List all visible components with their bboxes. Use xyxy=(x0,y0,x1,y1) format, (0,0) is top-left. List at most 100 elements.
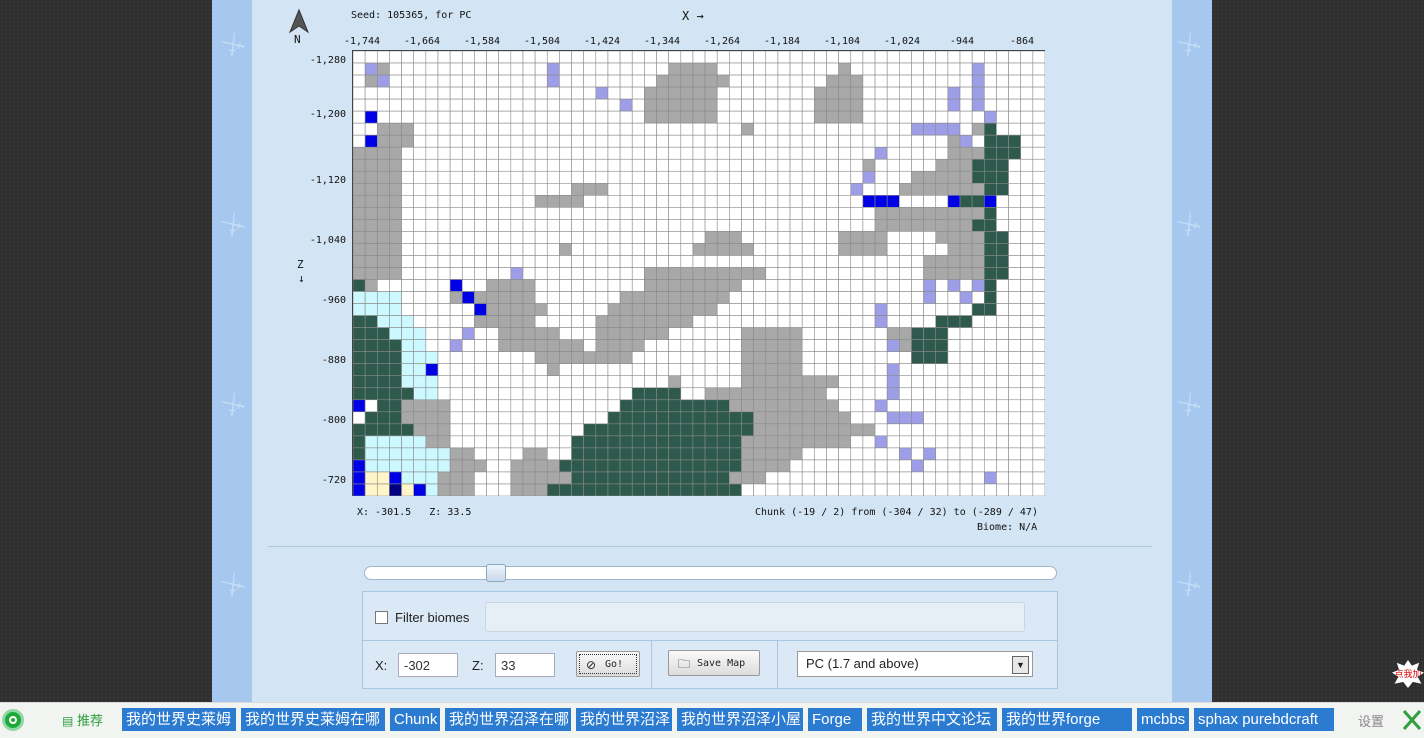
chunk-cell-slime[interactable] xyxy=(534,447,548,461)
chunk-cell-swamp[interactable] xyxy=(704,411,718,425)
chunk-cell[interactable] xyxy=(814,327,827,340)
chunk-cell-slime[interactable] xyxy=(935,267,949,280)
chunk-cell-slime[interactable] xyxy=(826,411,839,425)
chunk-cell-swamp[interactable] xyxy=(364,375,378,389)
chunk-cell[interactable] xyxy=(401,62,415,76)
chunk-cell[interactable] xyxy=(510,351,524,365)
chunk-cell[interactable] xyxy=(826,255,839,268)
chunk-cell[interactable] xyxy=(838,170,852,184)
chunk-cell-slime[interactable] xyxy=(947,219,961,232)
chunk-cell-swamp[interactable] xyxy=(619,411,633,425)
chunk-cell[interactable] xyxy=(437,303,451,316)
chunk-cell-slime[interactable] xyxy=(364,231,378,244)
chunk-cell[interactable] xyxy=(1020,255,1034,268)
chunk-cell[interactable] xyxy=(850,411,864,425)
chunk-cell-slime[interactable] xyxy=(656,98,669,112)
chunk-cell[interactable] xyxy=(1008,411,1022,425)
chunk-cell-slime[interactable] xyxy=(510,327,524,340)
chunk-cell[interactable] xyxy=(1008,195,1022,208)
chunk-cell[interactable] xyxy=(996,339,1009,352)
chunk-cell-slime[interactable] xyxy=(959,207,973,220)
chunk-cell-blue[interactable] xyxy=(425,363,439,377)
chunk-cell[interactable] xyxy=(425,231,439,244)
chunk-cell[interactable] xyxy=(534,243,548,256)
chunk-cell-light[interactable] xyxy=(364,62,378,76)
chunk-cell[interactable] xyxy=(1008,447,1022,461)
chunk-cell-cyan[interactable] xyxy=(401,447,415,461)
chunk-cell-swamp[interactable] xyxy=(644,411,657,425)
chunk-cell[interactable] xyxy=(1020,146,1034,160)
chunk-cell[interactable] xyxy=(449,122,463,136)
chunk-cell[interactable] xyxy=(971,315,985,328)
chunk-cell[interactable] xyxy=(352,122,366,136)
chunk-cell[interactable] xyxy=(814,74,827,88)
chunk-cell[interactable] xyxy=(449,146,463,160)
chunk-cell-slime[interactable] xyxy=(461,483,475,497)
chunk-cell[interactable] xyxy=(498,158,512,172)
chunk-cell-swamp[interactable] xyxy=(656,411,669,425)
chunk-cell[interactable] xyxy=(631,219,645,232)
chunk-cell[interactable] xyxy=(801,447,815,461)
chunk-cell[interactable] xyxy=(959,423,973,437)
chunk-cell[interactable] xyxy=(1020,351,1034,365)
chunk-cell-cyan[interactable] xyxy=(401,363,415,377)
chunk-cell[interactable] xyxy=(886,146,900,160)
chunk-cell[interactable] xyxy=(874,50,888,64)
chunk-cell-cyan[interactable] xyxy=(401,471,415,485)
chunk-cell[interactable] xyxy=(498,195,512,208)
chunk-cell[interactable] xyxy=(571,399,584,413)
chunk-cell[interactable] xyxy=(644,183,657,196)
chunk-cell[interactable] xyxy=(729,183,742,196)
chunk-cell[interactable] xyxy=(461,303,475,316)
chunk-cell[interactable] xyxy=(486,122,499,136)
chunk-cell-slime[interactable] xyxy=(911,207,924,220)
chunk-cell[interactable] xyxy=(656,122,669,136)
chunk-cell[interactable] xyxy=(559,423,572,437)
chunk-cell[interactable] xyxy=(911,303,924,316)
chunk-cell-slime[interactable] xyxy=(644,267,657,280)
chunk-cell-light[interactable] xyxy=(911,122,924,136)
chunk-cell[interactable] xyxy=(656,134,669,148)
chunk-cell[interactable] xyxy=(899,483,912,497)
chunk-cell[interactable] xyxy=(753,279,767,292)
chunk-cell[interactable] xyxy=(935,62,949,76)
chunk-cell[interactable] xyxy=(522,86,536,100)
chunk-cell-slime[interactable] xyxy=(789,363,803,377)
chunk-cell[interactable] xyxy=(716,339,730,352)
chunk-cell[interactable] xyxy=(534,62,548,76)
chunk-cell[interactable] xyxy=(546,375,560,389)
chunk-cell[interactable] xyxy=(498,219,512,232)
chunk-cell-swamp[interactable] xyxy=(656,483,669,497)
chunk-cell[interactable] xyxy=(607,62,621,76)
chunk-cell[interactable] xyxy=(801,267,815,280)
chunk-cell[interactable] xyxy=(692,207,706,220)
chunk-cell[interactable] xyxy=(425,255,439,268)
chunk-cell[interactable] xyxy=(996,447,1009,461)
chunk-cell[interactable] xyxy=(899,134,912,148)
chunk-cell[interactable] xyxy=(680,146,694,160)
chunk-cell[interactable] xyxy=(680,387,694,401)
chunk-cell-slime[interactable] xyxy=(801,411,815,425)
chunk-cell[interactable] xyxy=(474,170,487,184)
chunk-cell-slime[interactable] xyxy=(486,315,499,328)
chunk-cell-swamp[interactable] xyxy=(692,447,706,461)
chunk-cell[interactable] xyxy=(765,303,779,316)
chunk-cell-slime[interactable] xyxy=(364,207,378,220)
chunk-cell-slime[interactable] xyxy=(923,170,937,184)
chunk-cell[interactable] xyxy=(498,170,512,184)
chunk-cell[interactable] xyxy=(850,327,864,340)
chunk-cell[interactable] xyxy=(886,170,900,184)
chunk-cell[interactable] xyxy=(619,243,633,256)
chunk-cell[interactable] xyxy=(826,279,839,292)
chunk-cell[interactable] xyxy=(1032,327,1046,340)
chunk-cell[interactable] xyxy=(546,146,560,160)
chunk-cell[interactable] xyxy=(619,255,633,268)
chunk-cell[interactable] xyxy=(838,387,852,401)
chunk-cell[interactable] xyxy=(874,134,888,148)
chunk-cell-slime[interactable] xyxy=(765,387,779,401)
chunk-cell[interactable] xyxy=(874,170,888,184)
chunk-cell[interactable] xyxy=(413,146,427,160)
chunk-cell[interactable] xyxy=(607,279,621,292)
chunk-cell[interactable] xyxy=(571,315,584,328)
chunk-cell-slime[interactable] xyxy=(376,170,390,184)
